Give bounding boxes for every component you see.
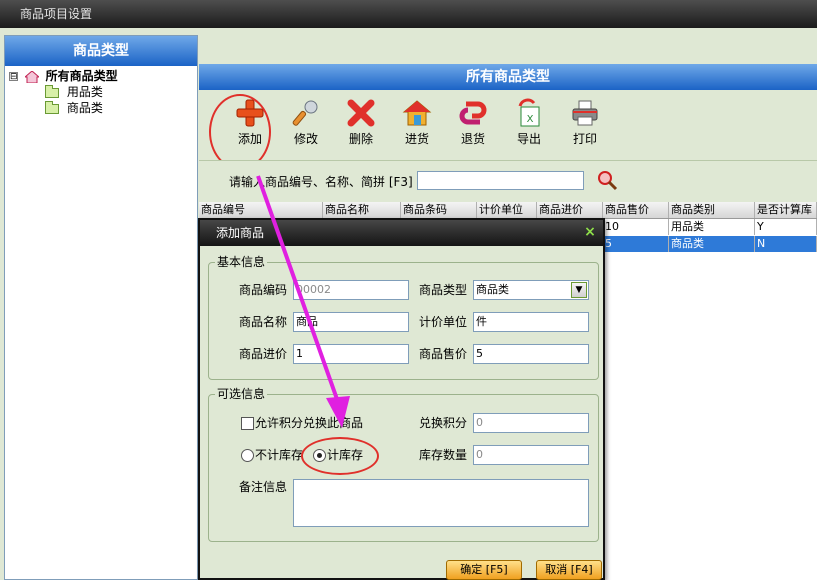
unit-field[interactable]: 件 <box>473 312 589 332</box>
toolbar: 添加 修改 删除 进货 退货 X 导出 打印 <box>199 90 817 170</box>
remark-label: 备注信息 <box>239 480 288 494</box>
sale-price-field[interactable]: 5 <box>473 344 589 364</box>
tree-node-supplies[interactable]: 用品类 <box>45 84 103 100</box>
return-arrows-icon <box>459 101 487 125</box>
highlight-circle-stock <box>301 437 379 475</box>
cost-price-label: 商品进价 <box>239 347 288 361</box>
grid-header-row: 商品编号 商品名称 商品条码 计价单位 商品进价 商品售价 商品类别 是否计算库 <box>199 202 817 219</box>
dialog-title-bar[interactable]: 添加商品 <box>200 220 603 246</box>
window-title-bar: 商品项目设置 <box>0 0 817 28</box>
category-tree-panel: 商品类型 ⊟ 所有商品类型 用品类 商品类 <box>4 35 198 580</box>
column-header[interactable]: 商品售价 <box>603 202 669 218</box>
column-header[interactable]: 商品类别 <box>669 202 755 218</box>
collapse-toggle-icon[interactable]: ⊟ <box>9 72 18 82</box>
optional-info-group: 可选信息 允许积分兑换此商品 兑换积分 0 不计库存 计库存 库存数量 0 备注… <box>208 387 599 542</box>
highlight-circle-add <box>209 94 271 170</box>
delete-button[interactable]: 删除 <box>336 98 386 147</box>
print-button[interactable]: 打印 <box>560 98 610 147</box>
points-label: 兑换积分 <box>419 416 468 430</box>
sale-price-label: 商品售价 <box>419 347 468 361</box>
allow-points-checkbox[interactable] <box>241 417 254 430</box>
unit-label: 计价单位 <box>419 315 468 329</box>
house-icon <box>402 100 432 126</box>
basic-info-group: 基本信息 商品编码 00002 商品类型 商品类 ▼ 商品名称 商品 计价单位 … <box>208 255 599 380</box>
column-header[interactable]: 商品编号 <box>199 202 323 218</box>
group-title: 可选信息 <box>215 387 268 401</box>
remark-field[interactable] <box>293 479 589 527</box>
cancel-button[interactable]: 取消 [F4] <box>536 560 602 580</box>
home-folder-icon <box>24 70 39 83</box>
group-title: 基本信息 <box>215 255 268 269</box>
search-icon[interactable] <box>596 169 618 191</box>
points-field[interactable]: 0 <box>473 413 589 433</box>
edit-button[interactable]: 修改 <box>281 98 331 147</box>
printer-icon <box>572 100 598 126</box>
cell-category: 用品类 <box>669 219 755 235</box>
product-code-label: 商品编码 <box>239 283 288 297</box>
cell-calc-stock: N <box>755 236 817 252</box>
column-header[interactable]: 商品名称 <box>323 202 401 218</box>
dialog-title: 添加商品 <box>216 226 265 240</box>
window-title: 商品项目设置 <box>20 7 93 21</box>
search-input[interactable] <box>417 171 584 190</box>
excel-export-icon: X <box>518 98 540 127</box>
product-type-value: 商品类 <box>476 283 509 296</box>
stock-in-button[interactable]: 进货 <box>392 98 442 147</box>
column-header[interactable]: 计价单位 <box>477 202 537 218</box>
product-name-label: 商品名称 <box>239 315 288 329</box>
search-label: 请输入商品编号、名称、简拼 [F3] <box>229 175 413 189</box>
stock-qty-field[interactable]: 0 <box>473 445 589 465</box>
product-type-select[interactable]: 商品类 ▼ <box>473 280 589 300</box>
cell-price: 10 <box>603 219 669 235</box>
edit-button-label: 修改 <box>293 132 318 146</box>
tree-node-label: 所有商品类型 <box>45 69 118 83</box>
column-header[interactable]: 是否计算库 <box>755 202 817 218</box>
wrench-icon <box>292 100 318 126</box>
add-product-dialog: 添加商品 × 基本信息 商品编码 00002 商品类型 商品类 ▼ 商品名称 商… <box>198 218 605 580</box>
no-stock-label: 不计库存 <box>255 448 304 462</box>
cell-calc-stock: Y <box>755 219 817 235</box>
search-bar: 请输入商品编号、名称、简拼 [F3] <box>199 160 817 200</box>
product-name-field[interactable]: 商品 <box>293 312 409 332</box>
cost-price-field[interactable]: 1 <box>293 344 409 364</box>
tree-node-label: 商品类 <box>66 101 103 115</box>
tree-node-all-types[interactable]: ⊟ 所有商品类型 <box>9 68 118 84</box>
column-header[interactable]: 商品条码 <box>401 202 477 218</box>
return-button-label: 退货 <box>460 132 485 146</box>
delete-button-label: 删除 <box>348 132 373 146</box>
product-list-header: 所有商品类型 <box>199 64 817 90</box>
tree-node-goods[interactable]: 商品类 <box>45 100 103 116</box>
product-code-field[interactable]: 00002 <box>293 280 409 300</box>
svg-text:X: X <box>527 114 534 125</box>
cell-price: 5 <box>603 236 669 252</box>
folder-icon <box>45 100 59 114</box>
return-button[interactable]: 退货 <box>448 98 498 147</box>
export-button[interactable]: X 导出 <box>504 98 554 147</box>
product-type-label: 商品类型 <box>419 283 468 297</box>
stock-qty-label: 库存数量 <box>419 448 468 462</box>
column-header[interactable]: 商品进价 <box>537 202 603 218</box>
chevron-down-icon[interactable]: ▼ <box>571 282 587 298</box>
no-stock-radio[interactable] <box>241 449 254 462</box>
ok-button[interactable]: 确定 [F5] <box>446 560 522 580</box>
cell-category: 商品类 <box>669 236 755 252</box>
export-button-label: 导出 <box>516 132 541 146</box>
category-tree-header: 商品类型 <box>5 36 197 66</box>
close-icon[interactable]: × <box>583 224 597 240</box>
delete-x-icon <box>347 99 375 127</box>
folder-icon <box>45 84 59 98</box>
tree-node-label: 用品类 <box>66 85 103 99</box>
allow-points-label: 允许积分兑换此商品 <box>255 416 364 430</box>
stock-in-button-label: 进货 <box>404 132 429 146</box>
print-button-label: 打印 <box>572 132 597 146</box>
